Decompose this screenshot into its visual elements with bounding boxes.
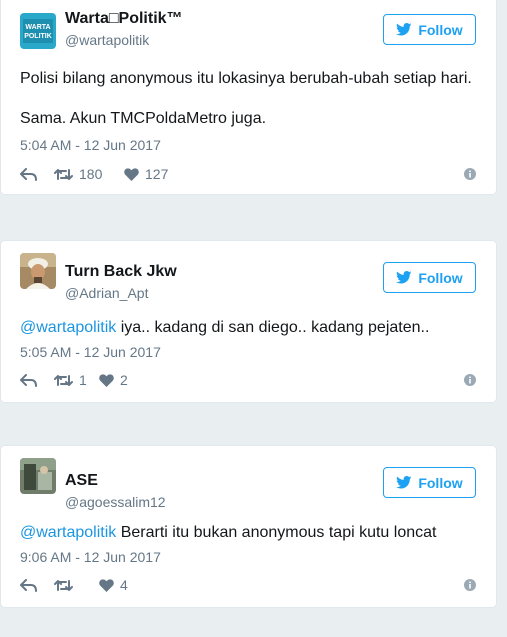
tweet-card: Turn Back Jkw @Adrian_Apt Follow @wartap… xyxy=(0,240,497,403)
mention-link[interactable]: @wartapolitik xyxy=(20,319,116,336)
info-button[interactable] xyxy=(464,374,476,386)
info-icon xyxy=(464,168,476,180)
author-name[interactable]: Turn Back Jkw xyxy=(65,263,177,281)
retweet-icon xyxy=(54,168,73,180)
tweet-actions: 4 xyxy=(20,575,476,595)
author-handle[interactable]: @wartapolitik xyxy=(65,32,149,48)
retweet-button[interactable]: 1 xyxy=(54,372,99,388)
author-handle[interactable]: @Adrian_Apt xyxy=(65,285,148,301)
retweet-count: 180 xyxy=(79,166,103,182)
tweet-actions: 180 127 xyxy=(20,164,476,184)
reply-icon xyxy=(20,373,37,387)
tweet-actions: 1 2 xyxy=(20,370,476,390)
avatar[interactable] xyxy=(20,458,56,494)
author-name[interactable]: ASE xyxy=(65,472,98,490)
follow-label: Follow xyxy=(418,474,463,491)
like-count: 4 xyxy=(120,577,128,593)
tweet-paragraph: Polisi bilang anonymous itu lokasinya be… xyxy=(20,70,472,87)
avatar[interactable] xyxy=(20,253,56,289)
follow-button[interactable]: Follow xyxy=(383,14,476,45)
reply-icon xyxy=(20,167,37,181)
retweet-button[interactable]: 180 xyxy=(54,166,124,182)
retweet-icon xyxy=(54,579,73,591)
retweet-icon xyxy=(54,374,73,386)
tweet-body: iya.. kadang di san diego.. kadang pejat… xyxy=(116,319,430,336)
reply-button[interactable] xyxy=(20,167,54,181)
retweet-button[interactable] xyxy=(54,579,99,592)
twitter-bird-icon xyxy=(396,271,412,284)
svg-text:POLITIK: POLITIK xyxy=(24,33,52,40)
retweet-count: 1 xyxy=(79,372,87,388)
tweet-text: @wartapolitik Berarti itu bukan anonymou… xyxy=(20,523,476,543)
avatar[interactable]: WARTA POLITIK xyxy=(20,13,56,49)
heart-icon xyxy=(99,578,114,592)
info-icon xyxy=(464,374,476,386)
mention-link[interactable]: @wartapolitik xyxy=(20,524,116,541)
author-name[interactable]: Warta□Politik™ xyxy=(65,10,183,28)
author-handle[interactable]: @agoessalim12 xyxy=(65,494,166,510)
tweet-paragraph: Sama. Akun TMCPoldaMetro juga. xyxy=(20,110,267,127)
svg-text:WARTA: WARTA xyxy=(25,24,50,31)
reply-button[interactable] xyxy=(20,578,54,592)
follow-label: Follow xyxy=(418,269,463,286)
info-icon xyxy=(464,579,476,591)
tweet-timestamp[interactable]: 5:05 AM - 12 Jun 2017 xyxy=(20,344,161,360)
tweet-text: @wartapolitik iya.. kadang di san diego.… xyxy=(20,318,476,338)
tweet-card: ASE @agoessalim12 Follow @wartapolitik B… xyxy=(0,445,497,608)
tweet-card: WARTA POLITIK Warta□Politik™ @wartapolit… xyxy=(0,0,497,195)
twitter-bird-icon xyxy=(396,23,412,36)
follow-label: Follow xyxy=(418,21,463,38)
portrait-avatar-icon xyxy=(20,253,56,289)
reply-icon xyxy=(20,578,37,592)
info-button[interactable] xyxy=(464,168,476,180)
follow-button[interactable]: Follow xyxy=(383,262,476,293)
like-button[interactable]: 4 xyxy=(99,577,128,593)
heart-icon xyxy=(124,167,139,181)
like-count: 2 xyxy=(120,372,128,388)
like-count: 127 xyxy=(145,166,169,182)
tweet-body: Berarti itu bukan anonymous tapi kutu lo… xyxy=(116,524,437,541)
warta-politik-logo-icon: WARTA POLITIK xyxy=(20,13,56,49)
follow-button[interactable]: Follow xyxy=(383,467,476,498)
like-button[interactable]: 127 xyxy=(124,166,168,182)
reply-button[interactable] xyxy=(20,373,54,387)
tweet-timestamp[interactable]: 9:06 AM - 12 Jun 2017 xyxy=(20,549,161,565)
heart-icon xyxy=(99,373,114,387)
info-button[interactable] xyxy=(464,579,476,591)
photo-avatar-icon xyxy=(20,458,56,494)
tweet-timestamp[interactable]: 5:04 AM - 12 Jun 2017 xyxy=(20,137,161,153)
twitter-bird-icon xyxy=(396,476,412,489)
like-button[interactable]: 2 xyxy=(99,372,128,388)
tweet-text: Polisi bilang anonymous itu lokasinya be… xyxy=(20,69,476,129)
